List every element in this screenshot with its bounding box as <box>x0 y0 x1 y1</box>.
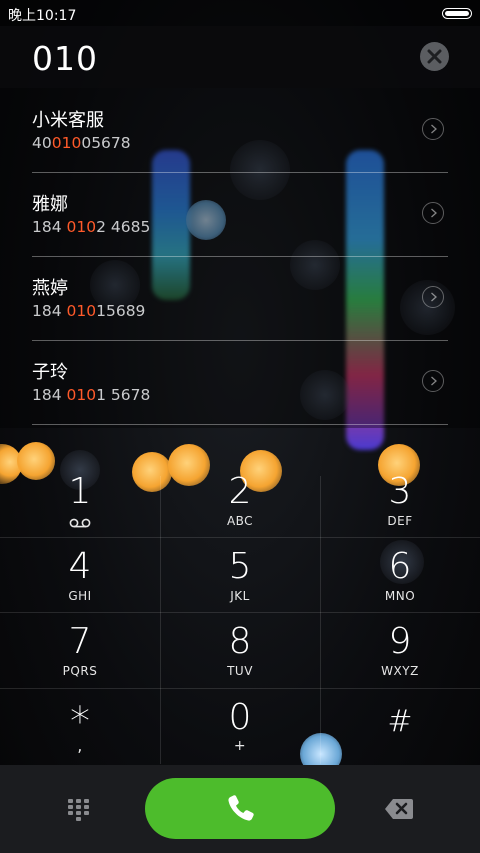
phone-match: 010 <box>51 134 82 152</box>
phone-prefix: 184 <box>32 218 67 236</box>
dialed-number: 010 <box>32 39 98 78</box>
contact-name: 小米客服 <box>32 110 104 131</box>
chevron-right-icon <box>431 124 437 134</box>
key-digit: 1 <box>68 471 92 512</box>
key-digit: 0 <box>228 697 252 738</box>
contact-row[interactable]: 燕婷 184 01015689 <box>32 256 448 341</box>
phone-match: 010 <box>66 386 97 404</box>
key-letters: DEF <box>387 514 413 528</box>
voicemail-icon <box>69 518 91 528</box>
contact-row[interactable]: 子玲 184 0101 5678 <box>32 340 448 425</box>
delete-digit-button[interactable] <box>384 798 414 820</box>
key-6[interactable]: 6 MNO <box>320 537 480 612</box>
key-digit: 8 <box>228 621 252 662</box>
chevron-right-icon <box>431 376 437 386</box>
contact-phone: 4001005678 <box>32 134 131 152</box>
key-letters: TUV <box>227 664 253 678</box>
key-3[interactable]: 3 DEF <box>320 462 480 537</box>
key-letters: JKL <box>230 589 250 603</box>
key-letters: MNO <box>384 589 416 603</box>
backspace-icon <box>385 799 413 819</box>
phone-prefix: 40 <box>32 134 52 152</box>
clear-number-button[interactable] <box>420 42 449 71</box>
contact-detail-button[interactable] <box>422 118 444 140</box>
key-digit: 5 <box>228 546 252 587</box>
phone-match: 010 <box>66 302 97 320</box>
contact-detail-button[interactable] <box>422 202 444 224</box>
key-hash[interactable]: # <box>320 688 480 763</box>
dialpad-grid-icon <box>68 799 89 821</box>
key-letters: , <box>77 736 83 755</box>
key-digit: 6 <box>388 546 412 587</box>
chevron-right-icon <box>431 292 437 302</box>
phone-prefix: 184 <box>32 302 67 320</box>
battery-icon <box>442 8 472 19</box>
key-digit: # <box>387 704 413 739</box>
phone-suffix: 15689 <box>96 302 146 320</box>
toggle-dialpad-button[interactable] <box>64 795 94 825</box>
key-2[interactable]: 2 ABC <box>160 462 320 537</box>
key-0[interactable]: 0 + <box>160 688 320 763</box>
key-letters: + <box>233 738 247 754</box>
key-1[interactable]: 1 <box>0 462 160 537</box>
contact-name: 燕婷 <box>32 278 68 299</box>
contact-phone: 184 0102 4685 <box>32 218 150 236</box>
chevron-right-icon <box>431 208 437 218</box>
key-digit: 3 <box>388 471 412 512</box>
phone-suffix: 1 5678 <box>96 386 151 404</box>
key-9[interactable]: 9 WXYZ <box>320 612 480 687</box>
key-digit: 4 <box>68 546 92 587</box>
contact-name: 子玲 <box>32 362 68 383</box>
key-letters: GHI <box>68 589 92 603</box>
key-5[interactable]: 5 JKL <box>160 537 320 612</box>
dial-number-header: 010 <box>0 26 480 88</box>
key-digit: 7 <box>68 621 92 662</box>
close-icon <box>427 49 442 64</box>
phone-prefix: 184 <box>32 386 67 404</box>
contact-row[interactable]: 雅娜 184 0102 4685 <box>32 172 448 257</box>
key-4[interactable]: 4 GHI <box>0 537 160 612</box>
key-7[interactable]: 7 PQRS <box>0 612 160 687</box>
bottom-action-bar <box>0 765 480 853</box>
contact-name: 雅娜 <box>32 194 68 215</box>
key-letters: ABC <box>226 514 254 528</box>
key-digit: 9 <box>388 621 412 662</box>
key-letters: WXYZ <box>381 664 419 678</box>
contact-phone: 184 01015689 <box>32 302 145 320</box>
phone-icon <box>228 795 254 821</box>
key-letters: PQRS <box>62 664 98 678</box>
status-time: 晚上10:17 <box>8 8 77 24</box>
status-bar: 晚上10:17 <box>0 0 480 26</box>
contact-phone: 184 0101 5678 <box>32 386 150 404</box>
phone-suffix: 2 4685 <box>96 218 151 236</box>
phone-suffix: 05678 <box>81 134 131 152</box>
dial-keypad: 1 2 ABC 3 DEF 4 GHI 5 JKL 6 MNO 7 PQRS 8… <box>0 462 480 765</box>
key-digit: 2 <box>228 471 252 512</box>
phone-match: 010 <box>66 218 97 236</box>
contact-detail-button[interactable] <box>422 286 444 308</box>
key-star[interactable]: * , <box>0 688 160 763</box>
contact-row[interactable]: 小米客服 4001005678 <box>32 88 448 173</box>
call-button[interactable] <box>145 778 335 839</box>
key-8[interactable]: 8 TUV <box>160 612 320 687</box>
contact-detail-button[interactable] <box>422 370 444 392</box>
contact-suggestions-list: 小米客服 4001005678 雅娜 184 0102 4685 燕婷 184 … <box>0 88 480 428</box>
